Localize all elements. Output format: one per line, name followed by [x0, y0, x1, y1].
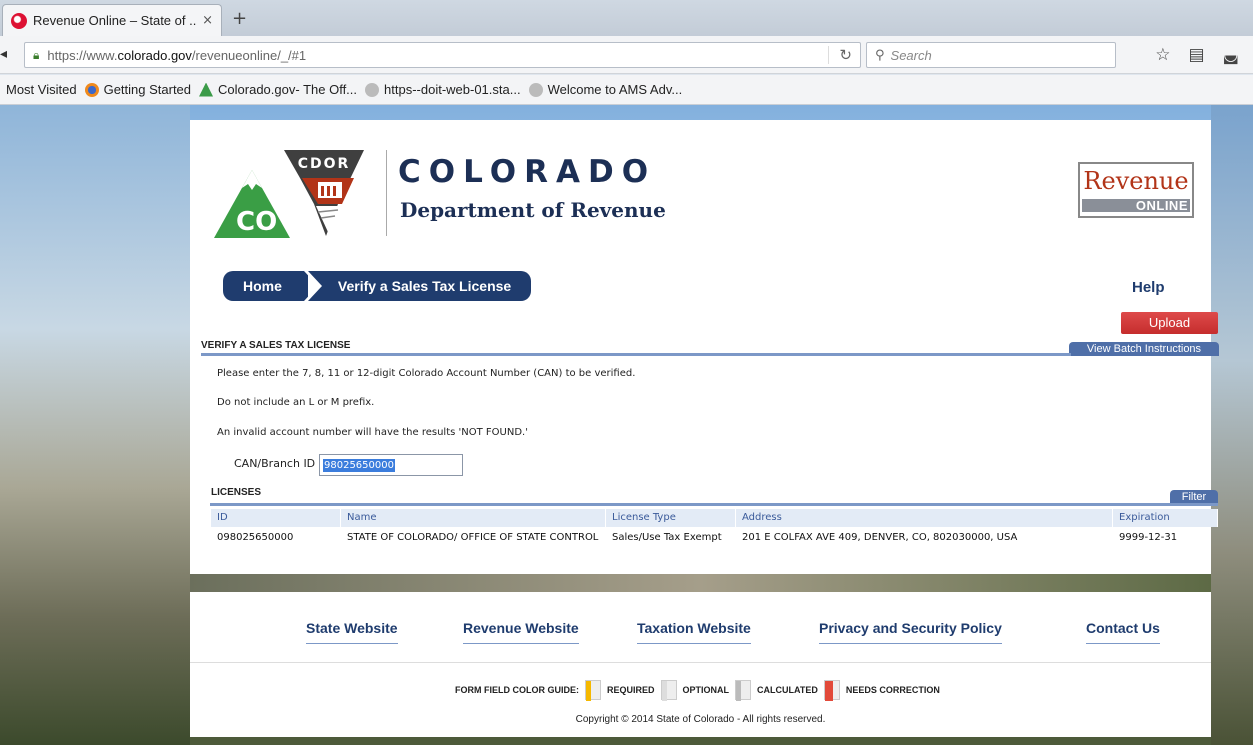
cell-expiration: 9999-12-31 — [1119, 532, 1178, 543]
column-header-address[interactable]: Address — [736, 509, 1113, 527]
guide-needs-correction: NEEDS CORRECTION — [845, 685, 940, 695]
footer-link-state-website[interactable]: State Website — [306, 620, 398, 644]
new-tab-button[interactable]: + — [232, 8, 247, 29]
cell-id: 098025650000 — [217, 532, 294, 543]
toolbar-icons: ☆ ▤ ◛ — [1155, 45, 1239, 65]
cell-address: 201 E COLFAX AVE 409, DENVER, CO, 802030… — [742, 532, 1018, 543]
column-header-expiration[interactable]: Expiration — [1113, 509, 1218, 527]
calculated-swatch-icon — [735, 680, 752, 701]
optional-swatch-icon — [660, 680, 677, 701]
bookmark-star-icon[interactable]: ☆ — [1155, 45, 1170, 65]
cell-name: STATE OF COLORADO/ OFFICE OF STATE CONTR… — [347, 532, 599, 543]
filter-button[interactable]: Filter — [1170, 490, 1218, 504]
footer-link-contact-us[interactable]: Contact Us — [1086, 620, 1160, 644]
help-link[interactable]: Help — [1132, 279, 1165, 296]
search-placeholder: Search — [890, 47, 932, 63]
licenses-table: ID Name License Type Address Expiration … — [211, 509, 1218, 549]
footer: State Website Revenue Website Taxation W… — [190, 592, 1211, 737]
form-field-color-guide: FORM FIELD COLOR GUIDE: REQUIRED OPTIONA… — [455, 680, 940, 701]
site-favicon-icon — [11, 12, 27, 29]
background-photo-left — [0, 105, 190, 745]
footer-divider — [190, 662, 1211, 663]
tab-title: Revenue Online – State of ... — [33, 13, 197, 28]
table-row[interactable]: 098025650000 STATE OF COLORADO/ OFFICE O… — [211, 527, 1218, 549]
globe-icon — [365, 82, 380, 97]
cdor-logo: CDOR CO — [214, 150, 364, 238]
browser-toolbar: ◂ 🔒︎ https://www.colorado.gov/revenueonl… — [0, 36, 1253, 74]
upload-button[interactable]: Upload — [1121, 312, 1218, 334]
reload-icon[interactable]: ↻ — [828, 46, 852, 64]
footer-link-taxation-website[interactable]: Taxation Website — [637, 620, 751, 644]
background-photo-right — [1211, 105, 1253, 745]
bookmarks-bar: Most Visited Getting Started Colorado.go… — [0, 75, 1253, 105]
cell-license-type: Sales/Use Tax Exempt — [612, 532, 722, 543]
can-branch-label: CAN/Branch ID — [234, 457, 316, 470]
department-title: Department of Revenue — [400, 198, 666, 222]
logo-divider — [386, 150, 387, 236]
table-header: ID Name License Type Address Expiration — [211, 509, 1218, 527]
section-divider — [201, 353, 1071, 356]
needs-correction-swatch-icon — [823, 680, 840, 701]
breadcrumb: Home Verify a Sales Tax License — [223, 271, 532, 301]
address-bar[interactable]: 🔒︎ https://www.colorado.gov/revenueonlin… — [24, 42, 861, 68]
reading-list-icon[interactable]: ▤ — [1188, 45, 1204, 65]
globe-icon — [528, 82, 543, 97]
colorado-logo-icon — [199, 82, 214, 97]
background-photo-bottom — [190, 737, 1211, 745]
colorado-wordmark: COLORADO — [398, 154, 657, 190]
back-arrow-icon[interactable]: ◂ — [0, 46, 14, 64]
can-branch-input[interactable]: 98025650000 — [319, 454, 463, 476]
column-header-name[interactable]: Name — [341, 509, 606, 527]
browser-tab[interactable]: Revenue Online – State of ... × — [2, 4, 222, 36]
view-batch-instructions-button[interactable]: View Batch Instructions — [1069, 342, 1219, 356]
pocket-icon[interactable]: ◛ — [1223, 45, 1240, 65]
guide-optional: OPTIONAL — [682, 685, 730, 695]
breadcrumb-home[interactable]: Home — [223, 271, 318, 301]
cdor-text: CDOR — [298, 156, 351, 172]
bookmark-getting-started[interactable]: Getting Started — [84, 82, 191, 97]
section-title: VERIFY A SALES TAX LICENSE — [201, 340, 351, 351]
url-text: https://www.colorado.gov/revenueonline/_… — [47, 47, 307, 63]
instruction-text-1: Please enter the 7, 8, 11 or 12-digit Co… — [217, 368, 636, 379]
column-header-id[interactable]: ID — [211, 509, 341, 527]
online-logo-text: ONLINE — [1135, 198, 1188, 213]
lock-icon: 🔒︎ — [33, 47, 40, 62]
revenue-online-logo: Revenue ONLINE — [1078, 162, 1194, 218]
bookmark-most-visited[interactable]: Most Visited — [6, 82, 77, 97]
bookmark-ams[interactable]: Welcome to AMS Adv... — [528, 82, 682, 97]
required-swatch-icon — [585, 680, 601, 701]
firefox-icon — [84, 82, 99, 97]
bookmark-colorado-gov[interactable]: Colorado.gov- The Off... — [199, 82, 357, 97]
column-header-license-type[interactable]: License Type — [606, 509, 736, 527]
main-panel: CDOR CO COLORADO Department of Revenue R… — [190, 120, 1219, 574]
revenue-logo-text: Revenue — [1083, 167, 1189, 195]
licenses-divider — [210, 503, 1218, 506]
co-text: CO — [236, 207, 277, 237]
footer-link-privacy-policy[interactable]: Privacy and Security Policy — [819, 620, 1002, 644]
guide-label: FORM FIELD COLOR GUIDE: — [455, 685, 579, 695]
licenses-title: LICENSES — [211, 487, 262, 498]
guide-calculated: CALCULATED — [757, 685, 818, 695]
copyright-text: Copyright © 2014 State of Colorado - All… — [575, 714, 826, 725]
footer-link-revenue-website[interactable]: Revenue Website — [463, 620, 579, 644]
can-branch-value: 98025650000 — [323, 459, 395, 472]
search-icon: ⚲ — [875, 47, 885, 63]
browser-tab-strip: Revenue Online – State of ... × + — [0, 0, 1253, 36]
background-photo-strip — [190, 574, 1211, 592]
breadcrumb-current: Verify a Sales Tax License — [307, 271, 532, 301]
bookmark-doit-web[interactable]: https--doit-web-01.sta... — [365, 82, 521, 97]
instruction-text-3: An invalid account number will have the … — [217, 427, 528, 438]
close-tab-icon[interactable]: × — [202, 13, 213, 28]
search-input[interactable]: ⚲ Search — [866, 42, 1116, 68]
instruction-text-2: Do not include an L or M prefix. — [217, 397, 375, 408]
guide-required: REQUIRED — [607, 685, 655, 695]
